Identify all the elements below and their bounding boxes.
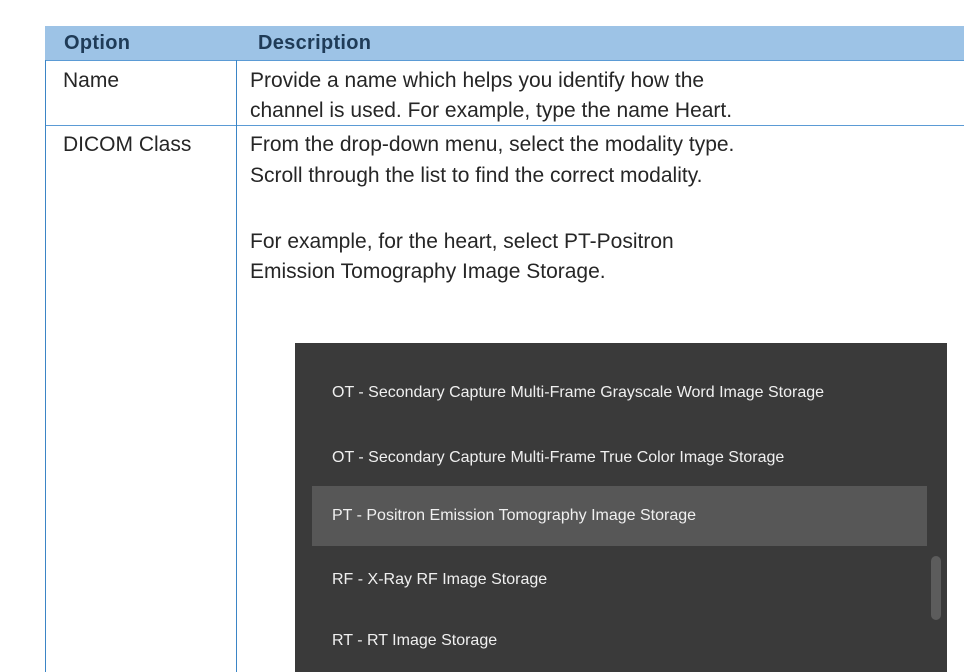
dropdown-option[interactable]: RF - X-Ray RF Image Storage: [312, 550, 927, 610]
table-header-row: Option Description: [45, 26, 964, 60]
column-divider: [236, 60, 237, 672]
description-line: For example, for the heart, select PT-Po…: [250, 230, 674, 253]
dropdown-option[interactable]: OT - Secondary Capture Multi-Frame Grays…: [312, 363, 927, 423]
description-line: From the drop-down menu, select the moda…: [250, 133, 735, 156]
option-name: Name: [63, 69, 120, 92]
dropdown-option-selected[interactable]: PT - Positron Emission Tomography Image …: [312, 486, 927, 546]
dropdown-option[interactable]: RT - RT Image Storage: [312, 611, 927, 671]
header-description: Description: [258, 32, 372, 54]
description-line: channel is used. For example, type the n…: [250, 99, 733, 122]
description-line: Provide a name which helps you identify …: [250, 69, 705, 92]
table-left-border: [45, 60, 46, 672]
modality-dropdown-list[interactable]: OT - Secondary Capture Multi-Frame Grays…: [295, 343, 947, 672]
dropdown-option[interactable]: OT - Secondary Capture Multi-Frame True …: [312, 428, 927, 488]
header-bottom-border: [45, 60, 964, 61]
header-option: Option: [64, 32, 131, 54]
dropdown-scrollbar-thumb[interactable]: [931, 556, 941, 620]
description-line: Scroll through the list to find the corr…: [250, 164, 703, 187]
description-line: Emission Tomography Image Storage.: [250, 260, 606, 283]
option-dicom-class: DICOM Class: [63, 133, 192, 156]
